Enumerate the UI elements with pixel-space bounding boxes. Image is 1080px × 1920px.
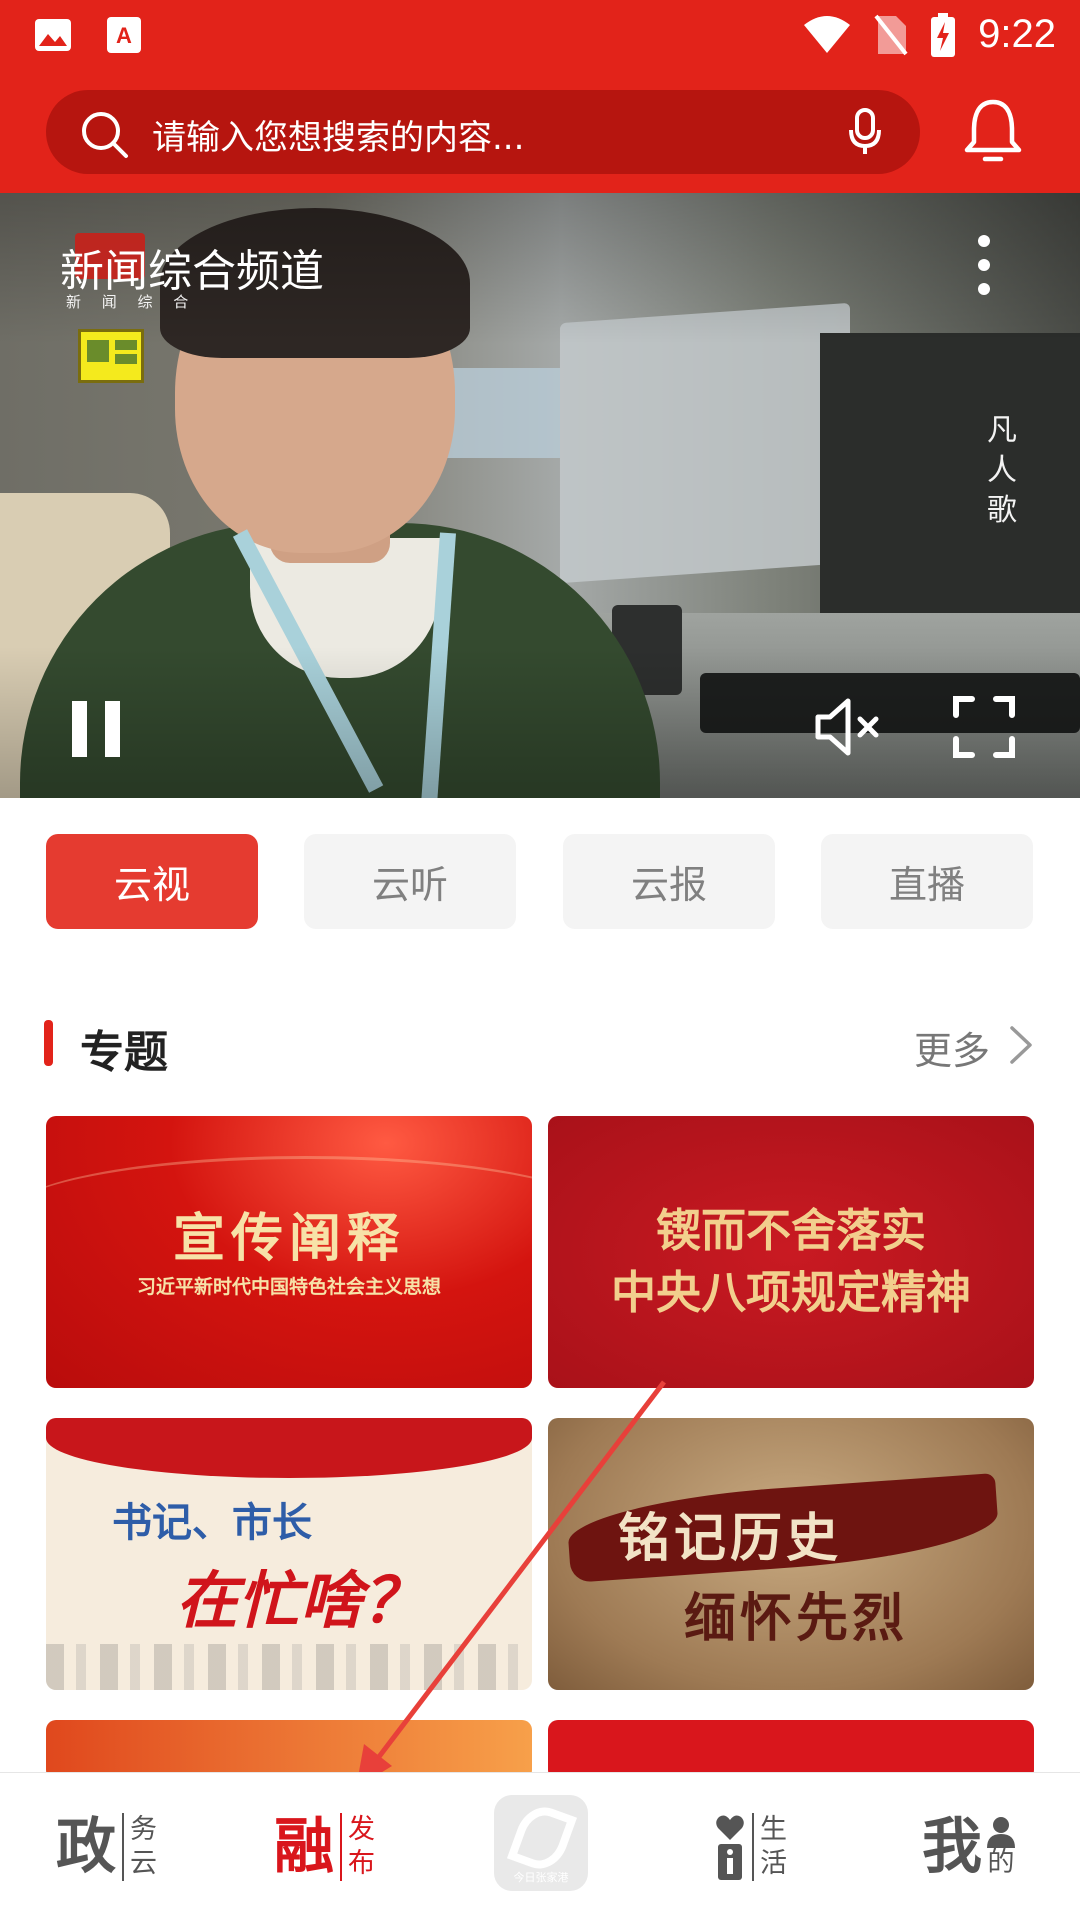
topic-card[interactable]: 锲而不舍落实 中央八项规定精神 [548, 1116, 1034, 1388]
nav-item-me[interactable]: 我 的 [922, 1795, 1016, 1899]
section-accent-bar [44, 1020, 53, 1066]
no-sim-icon [874, 14, 908, 55]
nav-item-label: 融 [274, 1812, 334, 1882]
nav-item-life[interactable]: 生活 [714, 1795, 792, 1899]
topic-card-subtitle: 缅怀先烈 [684, 1588, 909, 1649]
topic-card-title: 书记、市长 [112, 1499, 312, 1546]
topic-card-title: 锲而不舍落实 [655, 1204, 926, 1257]
video-player[interactable]: 新闻综合频道 新 闻 综 合 凡人歌 [0, 193, 1080, 798]
search-icon [82, 112, 128, 158]
tab-cloud-video[interactable]: 云视 [46, 834, 258, 929]
topic-card[interactable] [46, 1720, 532, 1780]
search-bar[interactable]: 请输入您想搜索的内容... [46, 90, 920, 174]
app-logo-icon [506, 1799, 578, 1877]
section-more-link[interactable]: 更多 [914, 1020, 990, 1075]
microphone-icon[interactable] [848, 108, 882, 156]
image-icon [35, 19, 71, 51]
fullscreen-icon[interactable] [952, 695, 1016, 759]
heart-info-icon [716, 1815, 744, 1880]
channel-subtitle: 新 闻 综 合 [66, 293, 197, 311]
status-bar: A 9:22 [0, 0, 1080, 72]
content-rating-badge [78, 329, 144, 383]
nav-item-label: 我 [922, 1812, 982, 1882]
nav-item-label: 政 [56, 1812, 116, 1882]
app-notification-icon: A [107, 17, 141, 53]
user-icon [987, 1817, 1015, 1848]
topic-card-subtitle: 中央八项规定精神 [610, 1266, 971, 1319]
topic-card-subtitle: 习近平新时代中国特色社会主义思想 [136, 1276, 441, 1298]
card-skyline [46, 1644, 532, 1690]
wifi-icon [804, 15, 851, 53]
tab-live[interactable]: 直播 [821, 834, 1033, 929]
nav-item-sublabel: 发布 [340, 1813, 380, 1881]
bell-icon[interactable] [962, 96, 1024, 166]
section-title: 专题 [80, 1027, 168, 1078]
topic-card[interactable]: 铭记历史 缅怀先烈 [548, 1418, 1034, 1690]
nav-item-sublabel: 生活 [752, 1813, 792, 1881]
app-header: A 9:22 请输入您想搜索的内容... [0, 0, 1080, 193]
topic-card[interactable]: 书记、市长 在忙啥？ [46, 1418, 532, 1690]
nav-item-sublabel: 的 [987, 1847, 1015, 1878]
card-decoration [46, 1418, 532, 1478]
pause-icon[interactable] [72, 701, 122, 757]
nav-item-sublabel: 务云 [122, 1813, 162, 1881]
more-options-icon[interactable] [970, 235, 998, 301]
channel-title: 新闻综合频道 [60, 246, 324, 297]
topic-card-subtitle: 在忙啥？ [176, 1564, 425, 1637]
topic-card-title: 铭记历史 [618, 1508, 843, 1569]
mute-icon[interactable] [814, 697, 890, 757]
topic-card[interactable]: 宣传阐释 习近平新时代中国特色社会主义思想 [46, 1116, 532, 1388]
nav-logo-label: 今日张家港 [513, 1871, 569, 1884]
nav-item-government[interactable]: 政 务云 [56, 1795, 162, 1899]
topic-card-title: 宣传阐释 [172, 1208, 405, 1269]
nav-item-publish[interactable]: 融 发布 [274, 1795, 380, 1899]
topic-card[interactable] [548, 1720, 1034, 1780]
clock: 9:22 [978, 12, 1056, 56]
search-input[interactable]: 请输入您想搜索的内容... [152, 110, 524, 159]
svg-text:A: A [116, 23, 132, 48]
program-caption: 凡人歌 [987, 413, 1017, 528]
battery-charging-icon [931, 12, 956, 57]
media-tabs: 云视 云听 云报 直播 [46, 834, 1034, 929]
tab-cloud-paper[interactable]: 云报 [563, 834, 775, 929]
bottom-nav: 政 务云 融 发布 今日张家港 生活 我 的 [0, 1772, 1080, 1920]
nav-item-home-logo[interactable]: 今日张家港 [494, 1795, 588, 1891]
chevron-right-icon[interactable] [1008, 1024, 1034, 1066]
tab-cloud-audio[interactable]: 云听 [304, 834, 516, 929]
